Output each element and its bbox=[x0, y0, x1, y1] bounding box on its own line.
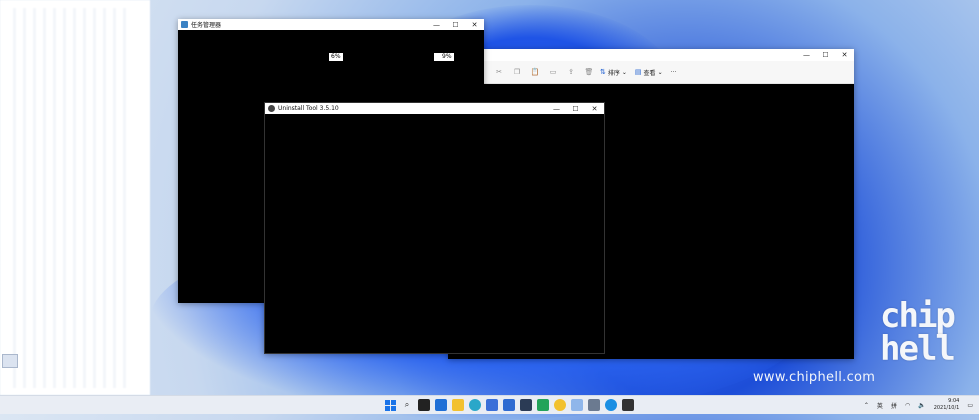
blue-circle-app-icon[interactable] bbox=[605, 399, 617, 411]
taskbar: ⌕ ⌃ 英 拼 ◠ 🔈 9:04 2021/10/1 ▭ bbox=[0, 395, 979, 414]
uninstall-tool-titlebar[interactable]: Uninstall Tool 3.5.10 — ☐ ✕ bbox=[265, 103, 604, 114]
close-button[interactable]: ✕ bbox=[585, 103, 604, 114]
widgets-icon[interactable] bbox=[435, 399, 447, 411]
minimize-button[interactable]: — bbox=[427, 19, 446, 30]
chevron-down-icon: ⌄ bbox=[621, 68, 627, 76]
app-icon[interactable] bbox=[520, 399, 532, 411]
cpu-usage-percent: 6% bbox=[329, 53, 343, 61]
clock-date: 2021/10/1 bbox=[933, 405, 960, 411]
maximize-button[interactable]: ☐ bbox=[446, 19, 465, 30]
window-title: 任务管理器 bbox=[191, 22, 222, 29]
input-language-indicator[interactable]: 英 bbox=[877, 401, 883, 410]
rename-icon[interactable]: ▭ bbox=[546, 66, 560, 78]
more-options-button[interactable]: ··· bbox=[671, 69, 677, 76]
chiphell-logo: chip hell bbox=[880, 299, 965, 382]
delete-icon[interactable]: 🗑 bbox=[582, 66, 596, 78]
taskbar-clock[interactable]: 9:04 2021/10/1 bbox=[934, 398, 960, 412]
view-label: 查看 bbox=[643, 69, 656, 77]
minimize-button[interactable]: — bbox=[547, 103, 566, 114]
system-tray: ⌃ 英 拼 ◠ 🔈 9:04 2021/10/1 ▭ bbox=[864, 398, 973, 412]
ime-mode-indicator[interactable]: 拼 bbox=[891, 401, 897, 410]
screen-app-icon[interactable] bbox=[571, 399, 583, 411]
explorer-titlebar[interactable]: — ☐ ✕ bbox=[448, 49, 854, 61]
chrome-icon[interactable] bbox=[554, 399, 566, 411]
edge-browser-icon[interactable] bbox=[469, 399, 481, 411]
task-manager-icon bbox=[181, 21, 188, 28]
view-icon: ▤ bbox=[634, 68, 642, 76]
chevron-down-icon: ⌄ bbox=[657, 68, 663, 76]
settings-gear-icon[interactable] bbox=[588, 399, 600, 411]
task-view-icon[interactable] bbox=[418, 399, 430, 411]
minimize-button[interactable]: — bbox=[797, 49, 816, 60]
window-title: Uninstall Tool 3.5.10 bbox=[278, 105, 339, 112]
memory-usage-percent: 9% bbox=[434, 53, 454, 61]
feather-app-icon[interactable] bbox=[537, 399, 549, 411]
start-icon[interactable] bbox=[384, 399, 396, 411]
store-icon[interactable] bbox=[486, 399, 498, 411]
uninstall-tool-icon bbox=[268, 105, 275, 112]
notification-icon[interactable]: ▭ bbox=[967, 402, 973, 409]
view-menu-button[interactable]: ▤ 查看 ⌄ bbox=[635, 68, 663, 77]
clock-time: 9:04 bbox=[948, 398, 960, 404]
search-icon[interactable]: ⌕ bbox=[401, 399, 413, 411]
copy-icon[interactable]: ❐ bbox=[510, 66, 524, 78]
explorer-command-bar: ✂ ❐ 📋 ▭ ⇪ 🗑 ⇅ 排序 ⌄ ▤ 查看 ⌄ ··· bbox=[448, 61, 854, 84]
desktop-shortcut-icon[interactable] bbox=[2, 354, 18, 368]
task-manager-titlebar[interactable]: 任务管理器 — ☐ ✕ bbox=[178, 19, 484, 30]
tray-chevron-icon[interactable]: ⌃ bbox=[864, 402, 869, 409]
sort-icon: ⇅ bbox=[600, 68, 606, 76]
close-button[interactable]: ✕ bbox=[835, 49, 854, 60]
file-explorer-icon[interactable] bbox=[452, 399, 464, 411]
logo-line-2: hell bbox=[880, 329, 956, 369]
redacted-desktop-area bbox=[0, 0, 150, 395]
uninstall-tool-window[interactable]: Uninstall Tool 3.5.10 — ☐ ✕ bbox=[264, 102, 605, 354]
volume-icon[interactable]: 🔈 bbox=[918, 402, 925, 409]
maximize-button[interactable]: ☐ bbox=[566, 103, 585, 114]
sort-label: 排序 bbox=[607, 69, 620, 77]
share-icon[interactable]: ⇪ bbox=[564, 66, 578, 78]
network-icon[interactable]: ◠ bbox=[905, 402, 910, 409]
uninstall-tool-taskbar-icon[interactable] bbox=[622, 399, 634, 411]
site-watermark: www.chiphell.com bbox=[753, 370, 876, 385]
maximize-button[interactable]: ☐ bbox=[816, 49, 835, 60]
taskbar-apps: ⌕ bbox=[384, 399, 634, 411]
mail-icon[interactable] bbox=[503, 399, 515, 411]
cut-icon[interactable]: ✂ bbox=[492, 66, 506, 78]
paste-icon[interactable]: 📋 bbox=[528, 66, 542, 78]
sort-menu-button[interactable]: ⇅ 排序 ⌄ bbox=[600, 68, 627, 77]
close-button[interactable]: ✕ bbox=[465, 19, 484, 30]
